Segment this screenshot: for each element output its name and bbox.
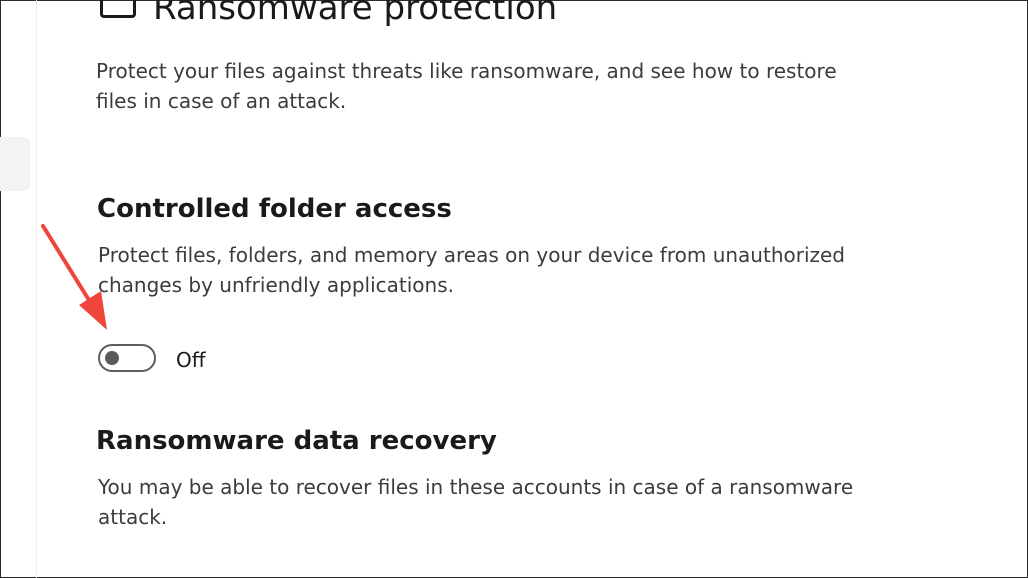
data-recovery-description: You may be able to recover files in thes… [98, 475, 854, 529]
controlled-folder-access-heading: Controlled folder access [97, 194, 452, 224]
page-title: Ransomware protection [153, 0, 558, 28]
data-recovery-heading: Ransomware data recovery [96, 426, 497, 456]
page-description: Protect your files against threats like … [96, 59, 837, 113]
controlled-folder-access-description: Protect files, folders, and memory areas… [98, 243, 846, 297]
toggle-knob [105, 351, 119, 365]
ransomware-shield-icon [100, 0, 136, 18]
toggle-state-label: Off [176, 348, 206, 372]
controlled-folder-access-toggle[interactable] [98, 344, 156, 372]
sidebar-divider [36, 0, 37, 578]
sidebar-selected-item[interactable] [0, 137, 30, 191]
